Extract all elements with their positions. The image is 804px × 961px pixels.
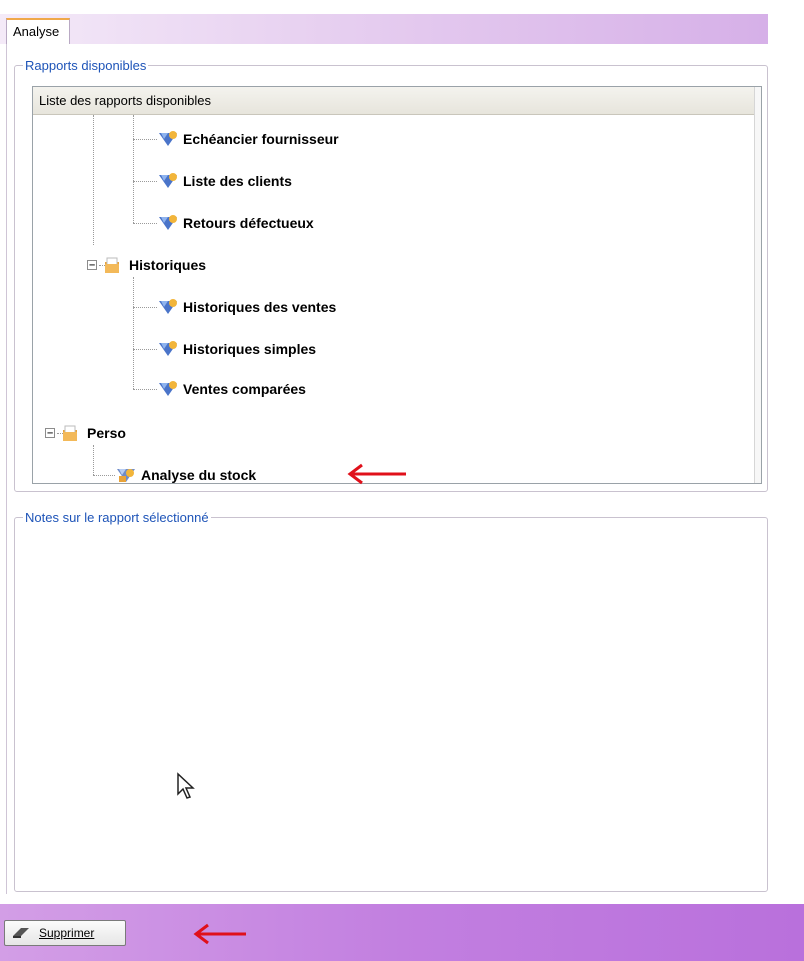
tab-strip <box>0 14 768 44</box>
reports-group-legend: Rapports disponibles <box>25 58 147 73</box>
report-icon <box>159 173 177 188</box>
tree-item-analyse-du-stock[interactable]: Analyse du stock <box>115 463 256 483</box>
folder-icon <box>63 425 77 441</box>
tree-item-report[interactable]: Historiques simples <box>157 337 316 361</box>
custom-report-icon <box>117 469 135 482</box>
tree-line <box>93 475 115 476</box>
delete-button[interactable]: Supprimer <box>4 920 126 946</box>
tree-folder-perso[interactable]: − Perso <box>45 421 126 445</box>
tree-item-report[interactable]: Retours défectueux <box>157 211 314 235</box>
report-tree[interactable]: Liste des rapports disponibles Echéancie… <box>32 86 762 484</box>
delete-button-label: Supprimer <box>39 926 95 940</box>
tree-item-report[interactable]: Liste des clients <box>157 169 292 193</box>
annotation-arrow-icon <box>347 463 406 485</box>
tree-line <box>133 181 157 182</box>
tree-line <box>133 349 157 350</box>
vertical-scrollbar[interactable] <box>754 87 761 483</box>
notes-area[interactable] <box>22 532 760 882</box>
tree-line <box>133 115 134 223</box>
tab-analyse[interactable]: Analyse <box>6 18 71 44</box>
notes-group-legend: Notes sur le rapport sélectionné <box>25 510 209 525</box>
report-icon <box>159 341 177 356</box>
report-icon <box>159 381 177 396</box>
eraser-icon <box>13 928 29 938</box>
collapse-icon[interactable]: − <box>87 260 97 271</box>
tree-line <box>133 307 157 308</box>
collapse-icon[interactable]: − <box>45 428 55 439</box>
tree-line <box>133 139 157 140</box>
tree-item-report[interactable]: Historiques des ventes <box>157 295 336 319</box>
tree-item-report[interactable]: Echéancier fournisseur <box>157 127 339 151</box>
tree-line <box>133 277 134 389</box>
annotation-arrow-icon <box>193 923 246 945</box>
report-icon <box>159 215 177 230</box>
tree-item-report[interactable]: Ventes comparées <box>157 377 306 401</box>
report-icon <box>159 131 177 146</box>
tree-folder-historiques[interactable]: − Historiques <box>87 253 206 277</box>
tree-line <box>93 445 94 475</box>
folder-icon <box>105 257 119 273</box>
tree-line <box>93 115 94 245</box>
report-list-header: Liste des rapports disponibles <box>33 87 761 115</box>
report-icon <box>159 299 177 314</box>
mouse-cursor-icon <box>177 772 195 799</box>
tree-line <box>133 389 157 390</box>
tree-line <box>133 223 157 224</box>
